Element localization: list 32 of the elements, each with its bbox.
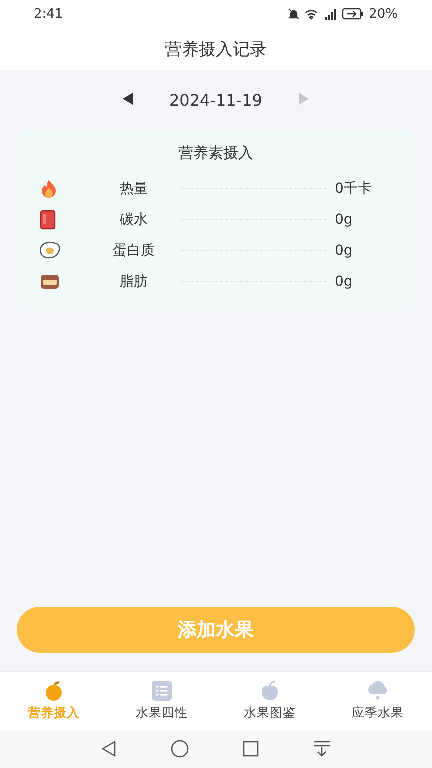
back-icon[interactable] [101,741,117,757]
nutrient-label: 脂肪 [119,272,149,290]
card-title: 营养素摄入 [178,144,254,163]
recents-icon[interactable] [243,741,259,757]
wifi-icon [305,8,318,20]
battery-icon [342,8,364,20]
tab[interactable]: 水果图鉴 [216,672,324,730]
status-time: 2:41 [34,6,64,22]
previous-day-button[interactable] [122,92,134,108]
nutrient-value: 0g [335,274,354,290]
notification-drawer-icon[interactable] [313,741,331,757]
apple-icon [259,680,281,702]
nutrient-label: 热量 [119,180,149,198]
nutrient-value: 0g [335,212,354,228]
mute-icon [288,8,300,20]
fruit-icon [43,680,65,702]
home-icon[interactable] [171,740,189,758]
current-date: 2024-11-19 [170,90,262,110]
flame-icon [39,178,59,198]
nutrient-value: 0千卡 [335,180,373,198]
battery-level: 20% [369,6,398,22]
tab[interactable]: 水果四性 [108,672,216,730]
page-title: 营养摄入记录 [165,38,267,60]
nutrient-value: 0g [335,242,354,258]
tab[interactable]: 应季水果 [324,672,432,730]
fried-egg-icon [39,240,61,260]
cake-icon [39,272,61,290]
nutrient-label: 碳水 [119,210,149,228]
jar-icon [39,210,57,230]
list-icon [151,680,173,702]
nutrient-label: 蛋白质 [112,242,156,260]
signal-icon [323,8,338,20]
